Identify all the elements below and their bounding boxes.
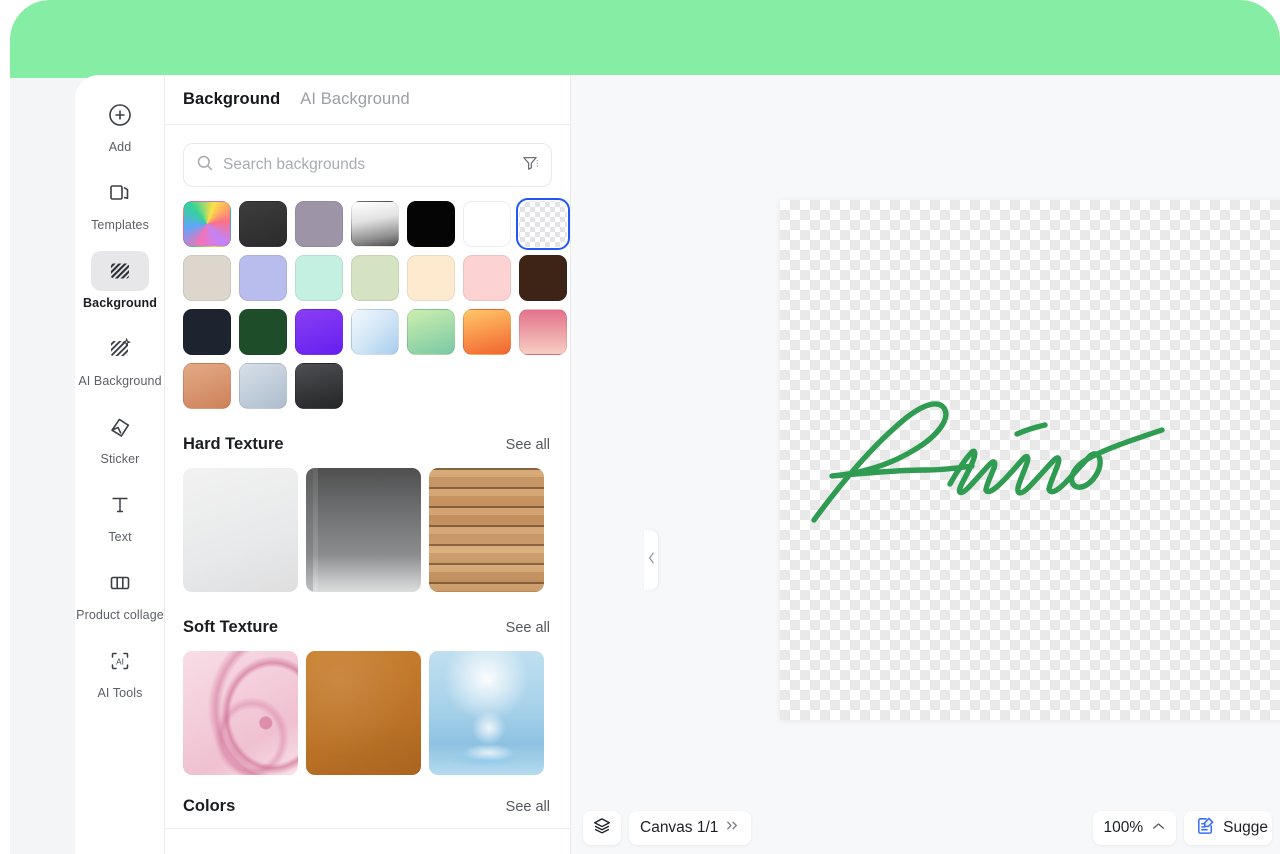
- chevron-up-icon: [1152, 822, 1165, 834]
- sticker-icon: [91, 407, 149, 447]
- canvas[interactable]: [780, 200, 1280, 720]
- swatch-rose-gradient[interactable]: [519, 309, 567, 355]
- panel-sections: Hard Texture See all Soft Texture See all Co…: [165, 409, 570, 829]
- section-header: Soft Texture See all: [165, 592, 570, 637]
- swatch-periwinkle-solid[interactable]: [239, 255, 287, 301]
- sidebar-item-label: Add: [108, 140, 132, 154]
- section-header: Colors See all: [165, 775, 570, 816]
- swatch-dark-brown-solid[interactable]: [519, 255, 567, 301]
- ai-tools-icon: AI: [91, 641, 149, 681]
- sidebar-item-add[interactable]: Add: [75, 89, 165, 154]
- sidebar-item-product-collage[interactable]: Product collage: [75, 557, 165, 622]
- see-all-link[interactable]: See all: [506, 620, 550, 636]
- thumbnail-concrete-texture[interactable]: [306, 468, 421, 592]
- section-header: Hard Texture See all: [165, 409, 570, 454]
- text-t-icon: [91, 485, 149, 525]
- panel-collapse-handle[interactable]: [644, 530, 658, 590]
- bottom-toolbar: Canvas 1/1 100% Sugge: [571, 802, 1280, 854]
- swatch-orange-gradient[interactable]: [463, 309, 511, 355]
- search-box[interactable]: [183, 143, 552, 187]
- chevron-double-right-icon: [725, 819, 740, 837]
- section-title: Colors: [183, 797, 236, 815]
- swatch-white-solid[interactable]: [463, 201, 511, 247]
- swatch-black-solid[interactable]: [407, 201, 455, 247]
- swatch-sage-solid[interactable]: [351, 255, 399, 301]
- ai-background-icon: [91, 329, 149, 369]
- plus-circle-icon: [91, 95, 149, 135]
- swatch-terracotta-gradient[interactable]: [183, 363, 231, 409]
- chevron-left-icon: [647, 551, 656, 570]
- sidebar-item-background[interactable]: Background: [75, 245, 165, 310]
- swatch-white-to-black-gradient[interactable]: [351, 201, 399, 247]
- sidebar-item-label: AI Background: [78, 374, 162, 388]
- thumbnail-marble-texture[interactable]: [183, 468, 298, 592]
- swatch-steel-blue-gradient[interactable]: [239, 363, 287, 409]
- sidebar-item-sticker[interactable]: Sticker: [75, 401, 165, 466]
- swatch-blush-pink-solid[interactable]: [463, 255, 511, 301]
- sidebar-item-label: Text: [108, 530, 132, 544]
- swatch-transparent-checker[interactable]: [515, 197, 570, 251]
- background-panel: Background AI Background Search backgrou…: [165, 75, 571, 854]
- sidebar-item-label: Product collage: [76, 608, 164, 622]
- thumbnail-pink-silk-texture[interactable]: [183, 651, 298, 775]
- see-all-link[interactable]: See all: [506, 799, 550, 815]
- panel-tabs: Background AI Background: [165, 75, 570, 125]
- canvas-label: Canvas 1/1: [640, 819, 719, 836]
- zoom-level-label: 100%: [1103, 819, 1144, 836]
- sidebar-item-text[interactable]: Text: [75, 479, 165, 544]
- swatch-dark-gray-gradient[interactable]: [239, 201, 287, 247]
- tab-ai-background[interactable]: AI Background: [300, 90, 410, 109]
- swatch-charcoal-gradient[interactable]: [295, 363, 343, 409]
- swatch-beige-solid[interactable]: [183, 255, 231, 301]
- swatch-forest-green-solid[interactable]: [239, 309, 287, 355]
- swatch-green-mint-gradient[interactable]: [407, 309, 455, 355]
- left-sidebar: Add Templates Background AI Background S…: [75, 75, 165, 854]
- thumbnail-wood-plank-texture[interactable]: [429, 468, 544, 592]
- swatch-mauve-solid[interactable]: [295, 201, 343, 247]
- suggest-edit-icon: [1195, 815, 1216, 841]
- sidebar-item-templates[interactable]: Templates: [75, 167, 165, 232]
- sidebar-item-ai-background[interactable]: AI Background: [75, 323, 165, 388]
- swatch-rainbow-gradient[interactable]: [183, 201, 231, 247]
- sidebar-item-label: AI Tools: [97, 686, 143, 700]
- thumbnail-row: [165, 637, 570, 775]
- swatch-cream-solid[interactable]: [407, 255, 455, 301]
- sidebar-item-label: Templates: [91, 218, 149, 232]
- thumbnail-row: [165, 454, 570, 592]
- see-all-link[interactable]: See all: [506, 437, 550, 453]
- swatch-mint-solid[interactable]: [295, 255, 343, 301]
- tab-background[interactable]: Background: [183, 90, 280, 109]
- suggest-button[interactable]: Sugge: [1184, 811, 1272, 845]
- sidebar-item-label: Background: [83, 296, 157, 310]
- canvas-selector-button[interactable]: Canvas 1/1: [629, 811, 752, 845]
- swatch-sky-blue-gradient[interactable]: [351, 309, 399, 355]
- sidebar-item-ai-tools[interactable]: AI AI Tools: [75, 635, 165, 700]
- canvas-area[interactable]: [571, 75, 1280, 854]
- section-title: Hard Texture: [183, 435, 284, 453]
- editor-window: Add Templates Background AI Background S…: [75, 75, 1280, 854]
- swatch-violet-gradient[interactable]: [295, 309, 343, 355]
- sidebar-item-label: Sticker: [100, 452, 140, 466]
- section-title: Soft Texture: [183, 618, 279, 636]
- screen: Add Templates Background AI Background S…: [0, 0, 1280, 854]
- product-collage-icon: [91, 563, 149, 603]
- search-icon: [196, 154, 214, 177]
- templates-icon: [91, 173, 149, 213]
- thumbnail-leather-texture[interactable]: [306, 651, 421, 775]
- filter-funnel-icon[interactable]: [521, 154, 539, 177]
- svg-text:AI: AI: [116, 657, 124, 666]
- layers-button[interactable]: [583, 811, 621, 845]
- canvas-artwork-signature[interactable]: [802, 378, 1280, 558]
- search-input[interactable]: [223, 156, 512, 174]
- suggest-label: Sugge: [1223, 819, 1268, 836]
- background-hatch-icon: [91, 251, 149, 291]
- swatch-navy-ink-solid[interactable]: [183, 309, 231, 355]
- swatch-grid: [165, 187, 570, 409]
- layers-stack-icon: [592, 816, 612, 841]
- zoom-level-button[interactable]: 100%: [1092, 811, 1177, 845]
- thumbnail-water-splash-texture[interactable]: [429, 651, 544, 775]
- section-divider: [165, 828, 570, 829]
- search-section: [165, 125, 570, 187]
